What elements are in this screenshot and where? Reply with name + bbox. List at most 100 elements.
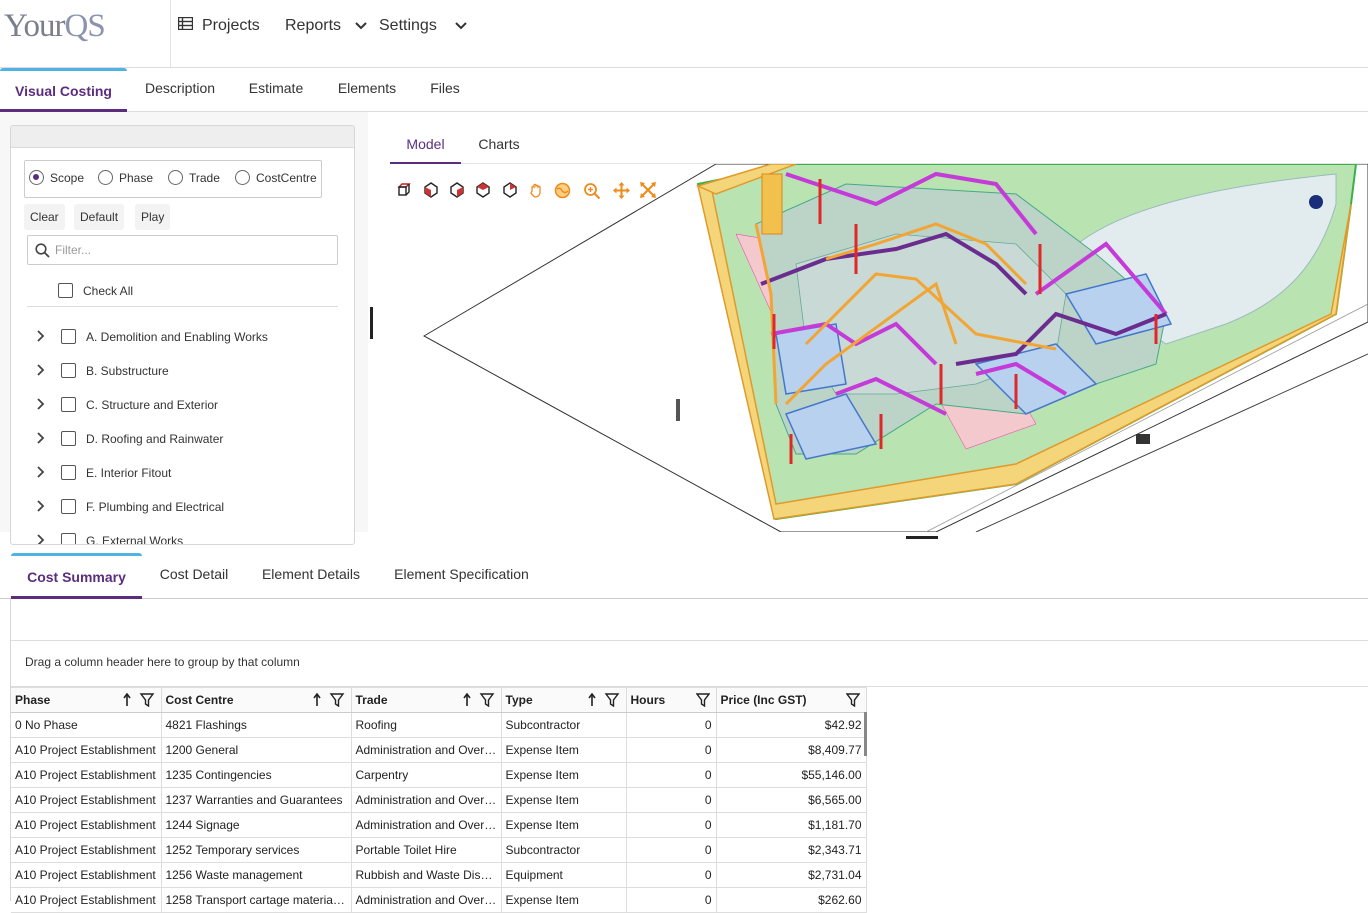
tree-item-plumbing-electrical[interactable]: F. Plumbing and Electrical [37,498,224,516]
column-header-hours[interactable]: Hours [626,687,717,713]
tab-model[interactable]: Model [390,124,461,164]
app-logo[interactable]: YourQS [4,8,106,45]
table-row[interactable]: A10 Project Establishment 1200 General Adm… [11,737,867,763]
column-header-phase[interactable]: Phase [11,687,162,713]
cell-trade: Roofing [351,712,502,738]
table-row[interactable]: A10 Project Establishment 1244 Signage Adm… [11,812,867,838]
reset-view-icon[interactable] [640,182,658,200]
tab-element-specification[interactable]: Element Specification [384,553,539,599]
horizontal-splitter-handle[interactable] [906,536,938,539]
cell-cost-centre: 1237 Warranties and Guarantees [161,787,352,813]
view-front-icon[interactable] [423,182,441,200]
cell-phase: A10 Project Establishment [11,787,162,813]
cell-phase: A10 Project Establishment [11,737,162,763]
column-header-trade[interactable]: Trade [351,687,502,713]
nav-reports[interactable]: Reports [285,16,368,36]
clear-button[interactable]: Clear [24,204,65,230]
move-arrows-icon[interactable] [613,182,631,200]
tab-cost-summary[interactable]: Cost Summary [11,553,142,599]
cell-price: $8,409.77 [716,737,867,763]
tab-elements[interactable]: Elements [327,68,407,112]
table-row[interactable]: A10 Project Establishment 1252 Temporary … [11,837,867,863]
radio-scope[interactable]: Scope [29,170,84,186]
vertical-splitter-handle[interactable] [370,307,373,339]
tree-item-interior-fitout[interactable]: E. Interior Fitout [37,464,171,482]
cell-hours: 0 [626,812,717,838]
checkbox-icon[interactable] [61,363,76,378]
column-header-cost-centre[interactable]: Cost Centre [161,687,352,713]
chevron-right-icon[interactable] [37,499,53,517]
default-button[interactable]: Default [74,204,125,230]
tree-item-structure-exterior[interactable]: C. Structure and Exterior [37,396,218,414]
tab-charts[interactable]: Charts [466,124,532,164]
chevron-down-icon [455,16,467,36]
checkbox-icon[interactable] [61,533,76,544]
column-header-price[interactable]: Price (Inc GST) [716,687,867,713]
cell-price: $55,146.00 [716,762,867,788]
zoom-icon[interactable] [583,182,601,200]
nav-projects[interactable]: Projects [177,16,260,36]
column-header-type[interactable]: Type [501,687,627,713]
cell-hours: 0 [626,737,717,763]
filter-area: Scope Phase Trade CostCentre Clear Defau… [0,112,368,545]
cell-cost-centre: 1200 General [161,737,352,763]
tree-item-substructure[interactable]: B. Substructure [37,362,169,380]
tab-description[interactable]: Description [133,68,227,112]
view-right-icon[interactable] [449,182,467,200]
play-button[interactable]: Play [135,204,171,230]
chevron-right-icon[interactable] [37,397,53,415]
grid-scrollbar[interactable] [864,712,867,756]
chevron-right-icon[interactable] [37,533,53,544]
table-row[interactable]: 0 No Phase 4821 Flashings Roofing Subcontra… [11,712,867,738]
tab-files[interactable]: Files [418,68,472,112]
checkbox-icon[interactable] [61,329,76,344]
checkbox-icon[interactable] [61,465,76,480]
view-back-icon[interactable] [502,182,520,200]
bottom-tab-bar: Cost Summary Cost Detail Element Details… [0,553,1368,599]
radio-trade[interactable]: Trade [168,170,220,186]
cell-price: $262.60 [716,887,867,913]
checkbox-icon[interactable] [61,431,76,446]
header-divider [170,0,171,68]
tree-item-demolition[interactable]: A. Demolition and Enabling Works [37,328,268,346]
cell-type: Expense Item [501,762,627,788]
cell-phase: A10 Project Establishment [11,862,162,888]
chevron-right-icon[interactable] [37,431,53,449]
table-row[interactable]: A10 Project Establishment 1258 Transport … [11,887,867,913]
view-iso-icon[interactable] [396,182,414,200]
nav-settings[interactable]: Settings [379,16,467,36]
pan-hand-icon[interactable] [528,182,546,200]
check-all-checkbox[interactable]: Check All [58,283,133,298]
chevron-right-icon[interactable] [37,329,53,347]
grid-toolbar [11,598,1368,641]
bim-3d-model-view[interactable] [376,164,1368,532]
table-row[interactable]: A10 Project Establishment 1256 Waste mana… [11,862,867,888]
orbit-globe-icon[interactable] [554,182,572,200]
radio-trade-label: Trade [189,171,220,185]
radio-selected-icon [29,170,44,185]
divider [27,306,338,307]
tree-item-roofing[interactable]: D. Roofing and Rainwater [37,430,223,448]
tree-item-external-works[interactable]: G. External Works [37,532,183,544]
checkbox-icon[interactable] [61,499,76,514]
grouping-radio-group: Scope Phase Trade CostCentre [24,160,322,198]
tab-estimate[interactable]: Estimate [236,68,316,112]
search-icon [35,243,50,263]
table-row[interactable]: A10 Project Establishment 1237 Warranties… [11,787,867,813]
radio-costcentre[interactable]: CostCentre [235,170,317,186]
tab-visual-costing[interactable]: Visual Costing [0,68,127,112]
chevron-right-icon[interactable] [37,465,53,483]
model-panel: Model Charts [376,112,1368,532]
tab-cost-detail[interactable]: Cost Detail [150,553,238,599]
cell-phase: A10 Project Establishment [11,887,162,913]
group-drop-area[interactable]: Drag a column header here to group by th… [11,641,1368,687]
filter-input[interactable]: Filter... [27,235,338,265]
table-header-row: Phase Cost Centre Trade Type Hours Price… [11,687,867,713]
checkbox-icon[interactable] [61,397,76,412]
chevron-right-icon[interactable] [37,363,53,381]
view-left-icon[interactable] [475,182,493,200]
radio-phase[interactable]: Phase [98,170,153,186]
cell-type: Expense Item [501,887,627,913]
tab-element-details[interactable]: Element Details [252,553,370,599]
table-row[interactable]: A10 Project Establishment 1235 Contingenc… [11,762,867,788]
